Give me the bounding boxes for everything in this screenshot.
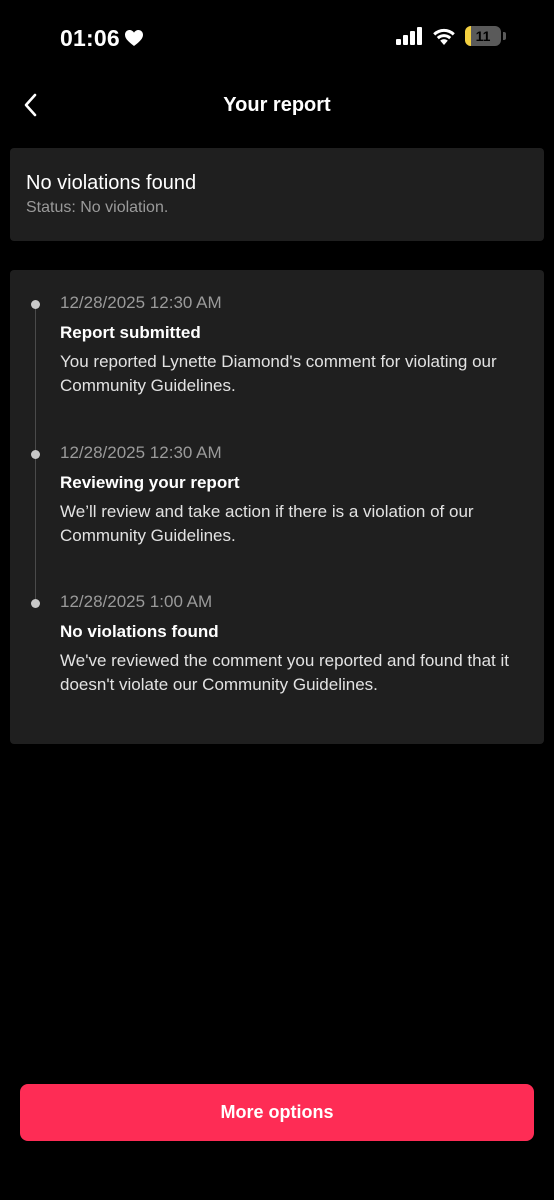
event-description: We've reviewed the comment you reported …	[60, 651, 509, 694]
event-time: 12/28/2025 1:00 AM	[60, 592, 213, 611]
more-options-button[interactable]: More options	[20, 1084, 534, 1141]
event-title: No violations found	[60, 622, 219, 641]
status-time: 01:06	[60, 25, 120, 51]
header: Your report	[0, 80, 554, 130]
battery-level: 11	[475, 28, 491, 44]
timeline-content: 12/28/2025 12:30 AM Reviewing your repor…	[60, 442, 532, 548]
timeline-content: 12/28/2025 12:30 AM Report submitted You…	[60, 292, 532, 398]
signal-icon	[396, 27, 422, 45]
event-description: You reported Lynette Diamond's comment f…	[60, 352, 497, 395]
summary-status: Status: No violation.	[26, 199, 169, 216]
timeline-dot	[31, 300, 40, 309]
report-summary-card: No violations found Status: No violation…	[10, 148, 544, 241]
timeline-content: 12/28/2025 1:00 AM No violations found W…	[60, 591, 532, 697]
event-time: 12/28/2025 12:30 AM	[60, 443, 222, 462]
event-title: Report submitted	[60, 323, 201, 342]
event-description: We’ll review and take action if there is…	[60, 502, 474, 545]
heart-icon	[124, 30, 143, 46]
report-timeline-card: 12/28/2025 12:30 AM Report submitted You…	[10, 270, 544, 744]
status-indicators: 11	[395, 26, 506, 46]
page-title: Your report	[223, 94, 331, 116]
status-time-group: 01:06	[60, 24, 144, 52]
wifi-icon	[433, 28, 455, 45]
timeline-dot	[31, 599, 40, 608]
battery-icon: 11	[465, 26, 501, 46]
battery-tip	[503, 32, 506, 40]
status-bar: 01:06 11	[0, 0, 554, 76]
event-title: Reviewing your report	[60, 473, 240, 492]
timeline-dot	[31, 450, 40, 459]
summary-title: No violations found	[26, 172, 197, 194]
event-time: 12/28/2025 12:30 AM	[60, 293, 222, 312]
